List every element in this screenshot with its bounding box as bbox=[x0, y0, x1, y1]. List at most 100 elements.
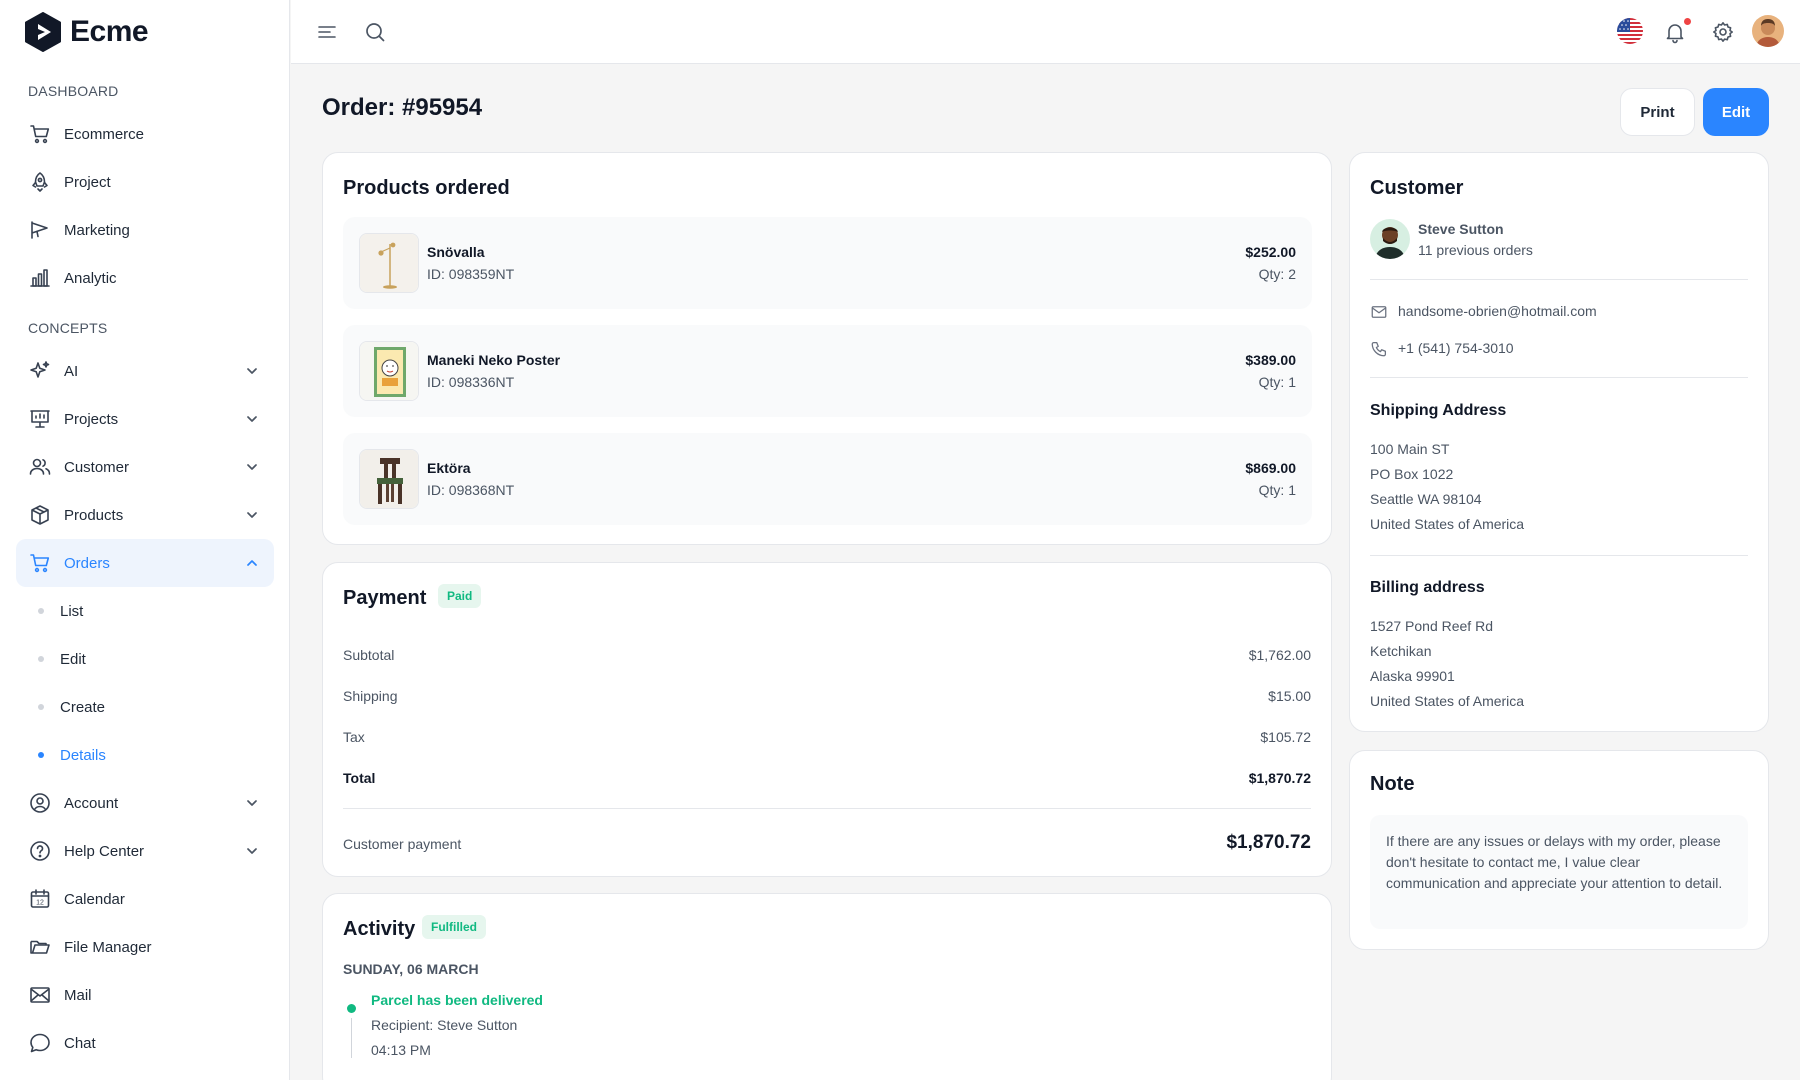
chevron-down-icon bbox=[244, 411, 260, 427]
sidebar-item-chat[interactable]: Chat bbox=[16, 1019, 274, 1067]
product-id: ID: 098336NT bbox=[427, 374, 515, 390]
bullet-dot bbox=[38, 656, 44, 662]
sidebar-item-help-center[interactable]: Help Center bbox=[16, 827, 274, 875]
cart-icon bbox=[28, 551, 52, 575]
tax-label: Tax bbox=[343, 729, 365, 745]
section-title-dashboard: DASHBOARD bbox=[28, 83, 119, 99]
activity-event-time: 04:13 PM bbox=[371, 1042, 431, 1058]
customer-payment-value: $1,870.72 bbox=[1226, 832, 1311, 853]
customer-name[interactable]: Steve Sutton bbox=[1418, 221, 1504, 237]
search-icon[interactable] bbox=[363, 20, 387, 44]
megaphone-icon bbox=[28, 218, 52, 242]
billing-line: United States of America bbox=[1370, 693, 1525, 709]
sidebar-item-marketing[interactable]: Marketing bbox=[16, 206, 274, 254]
product-row[interactable]: Maneki Neko Poster ID: 098336NT $389.00 … bbox=[343, 325, 1312, 417]
billing-line: Alaska 99901 bbox=[1370, 668, 1455, 684]
users-icon bbox=[28, 455, 52, 479]
subtotal-label: Subtotal bbox=[343, 647, 395, 663]
customer-title: Customer bbox=[1370, 177, 1464, 199]
sidebar-item-ai[interactable]: AI bbox=[16, 347, 274, 395]
activity-event-title: Parcel has been delivered bbox=[371, 992, 543, 1008]
product-image-chair bbox=[359, 449, 419, 509]
products-card: Products ordered Snövalla ID: 098359NT $… bbox=[322, 152, 1332, 545]
bullet-dot bbox=[38, 608, 44, 614]
chevron-down-icon bbox=[244, 843, 260, 859]
brand[interactable]: Ecme bbox=[24, 12, 149, 52]
sidebar-subitem-list[interactable]: List bbox=[16, 587, 274, 635]
sidebar-item-label: Project bbox=[64, 173, 111, 191]
us-flag-icon[interactable] bbox=[1617, 18, 1643, 44]
timeline-dot bbox=[347, 1004, 356, 1013]
shipping-label: Shipping bbox=[343, 688, 398, 704]
sidebar-item-label: Chat bbox=[64, 1034, 96, 1052]
brand-name: Ecme bbox=[70, 15, 149, 48]
customer-phone[interactable]: +1 (541) 754-3010 bbox=[1398, 340, 1514, 356]
sidebar-subitem-edit[interactable]: Edit bbox=[16, 635, 274, 683]
sidebar-item-orders[interactable]: Orders bbox=[16, 539, 274, 587]
customer-email[interactable]: handsome-obrien@hotmail.com bbox=[1398, 303, 1597, 319]
sidebar-item-label: Account bbox=[64, 794, 119, 812]
edit-button[interactable]: Edit bbox=[1703, 88, 1769, 136]
product-name: Maneki Neko Poster bbox=[427, 352, 561, 368]
sidebar-item-label: Mail bbox=[64, 986, 92, 1004]
billing-address-title: Billing address bbox=[1370, 579, 1485, 596]
total-value: $1,870.72 bbox=[1248, 770, 1311, 786]
product-qty: Qty: 1 bbox=[1258, 374, 1296, 390]
note-card: Note If there are any issues or delays w… bbox=[1349, 750, 1769, 950]
product-name: Ektöra bbox=[427, 460, 471, 476]
sidebar-item-label: Calendar bbox=[64, 890, 125, 908]
sidebar-subitem-details[interactable]: Details bbox=[16, 731, 274, 779]
chevron-up-icon bbox=[244, 555, 260, 571]
sidebar-item-label: Customer bbox=[64, 458, 130, 476]
product-id: ID: 098368NT bbox=[427, 482, 515, 498]
sidebar-item-label: Help Center bbox=[64, 842, 145, 860]
sidebar-item-label: Ecommerce bbox=[64, 125, 145, 143]
product-name: Snövalla bbox=[427, 244, 485, 260]
folder-icon bbox=[28, 935, 52, 959]
svg-text:12: 12 bbox=[36, 900, 44, 907]
page-title: Order: #95954 bbox=[322, 94, 483, 121]
sidebar-item-products[interactable]: Products bbox=[16, 491, 274, 539]
sidebar-item-analytic[interactable]: Analytic bbox=[16, 254, 274, 302]
print-button[interactable]: Print bbox=[1620, 88, 1695, 136]
products-title: Products ordered bbox=[343, 177, 510, 199]
product-row[interactable]: Snövalla ID: 098359NT $252.00 Qty: 2 bbox=[343, 217, 1312, 309]
section-title-concepts: CONCEPTS bbox=[28, 320, 108, 336]
sidebar-item-project[interactable]: Project bbox=[16, 158, 274, 206]
divider bbox=[1370, 279, 1748, 280]
avatar[interactable] bbox=[1752, 15, 1784, 47]
sidebar-item-label: Projects bbox=[64, 410, 119, 428]
sidebar-item-mail[interactable]: Mail bbox=[16, 971, 274, 1019]
shipping-line: United States of America bbox=[1370, 516, 1525, 532]
sidebar-item-calendar[interactable]: 12 Calendar bbox=[16, 875, 274, 923]
sidebar-item-label: AI bbox=[64, 362, 79, 380]
sidebar-subitem-create[interactable]: Create bbox=[16, 683, 274, 731]
product-price: $389.00 bbox=[1245, 352, 1296, 368]
sidebar-item-account[interactable]: Account bbox=[16, 779, 274, 827]
activity-title: Activity bbox=[343, 918, 416, 940]
sidebar-subitem-label: Edit bbox=[60, 650, 86, 668]
product-row[interactable]: Ektöra ID: 098368NT $869.00 Qty: 1 bbox=[343, 433, 1312, 525]
avatar[interactable] bbox=[1370, 219, 1410, 259]
gear-icon[interactable] bbox=[1711, 20, 1735, 44]
product-image-lamp bbox=[359, 233, 419, 293]
sidebar-item-customer[interactable]: Customer bbox=[16, 443, 274, 491]
bullet-dot bbox=[38, 752, 44, 758]
chevron-down-icon bbox=[244, 363, 260, 379]
notification-dot bbox=[1683, 17, 1692, 26]
mail-icon bbox=[28, 983, 52, 1007]
total-label: Total bbox=[343, 770, 376, 786]
sidebar-item-file-manager[interactable]: File Manager bbox=[16, 923, 274, 971]
presentation-icon bbox=[28, 407, 52, 431]
product-id: ID: 098359NT bbox=[427, 266, 515, 282]
customer-card: Customer Steve Sutton 11 previous orders… bbox=[1349, 152, 1769, 732]
timeline-line bbox=[351, 1018, 352, 1058]
sidebar-item-projects[interactable]: Projects bbox=[16, 395, 274, 443]
sidebar-item-label: File Manager bbox=[64, 938, 152, 956]
question-icon bbox=[28, 839, 52, 863]
sidebar-item-ecommerce[interactable]: Ecommerce bbox=[16, 110, 274, 158]
divider bbox=[1370, 377, 1748, 378]
bar-chart-icon bbox=[28, 266, 52, 290]
menu-icon[interactable] bbox=[315, 20, 339, 44]
tax-value: $105.72 bbox=[1260, 729, 1311, 745]
